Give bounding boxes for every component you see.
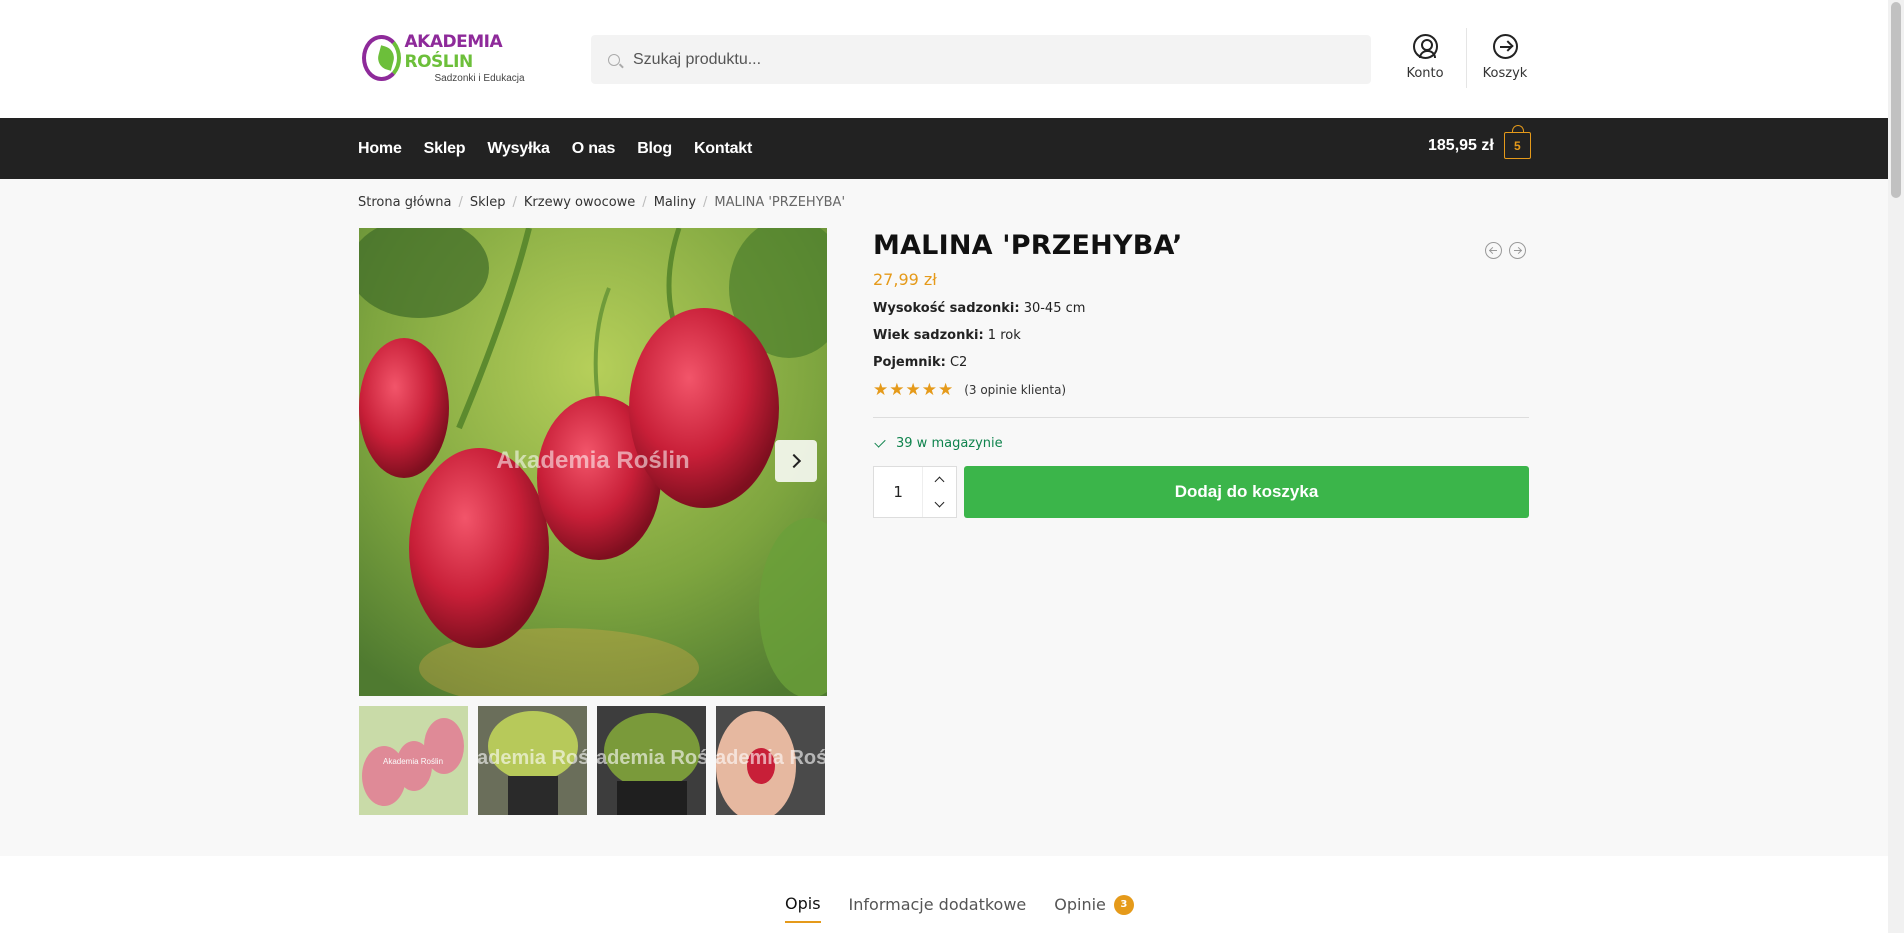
breadcrumb: Strona główna / Sklep / Krzewy owocowe /… [358,195,845,210]
product-summary: MALINA 'PRZEHYBA’ 27,99 zł Wysokość sadz… [873,228,1529,518]
chevron-up-icon [934,476,945,487]
quantity-decrease-button[interactable] [923,492,956,517]
arrow-left-icon [1490,249,1497,252]
breadcrumb-current: MALINA 'PRZEHYBA' [714,195,846,210]
thumbnail-watermark: Akademia Roślin [597,747,706,769]
quantity-input[interactable]: 1 [874,467,924,517]
arrow-right-icon [1514,249,1521,252]
breadcrumb-separator: / [512,195,517,210]
stock-status: 39 w magazynie [873,436,1529,451]
thumbnail-watermark: Akademia Roślin [716,747,825,769]
chevron-right-icon [786,453,802,469]
add-to-cart-form: 1 Dodaj do koszyka [873,466,1529,518]
add-to-cart-button[interactable]: Dodaj do koszyka [964,466,1529,518]
thumbnail-watermark: Akademia Roślin [383,757,443,766]
chevron-down-icon [934,497,945,508]
breadcrumb-separator: / [642,195,647,210]
nav-item-o-nas[interactable]: O nas [572,140,616,158]
breadcrumb-item-krzewy[interactable]: Krzewy owocowe [524,195,635,210]
nav-item-home[interactable]: Home [358,140,402,158]
logo-title: AKADEMIA ROŚLIN [404,32,503,72]
arrow-right-circle-icon [1492,34,1518,59]
thumbnail-1[interactable]: Akademia Roślin [359,706,468,815]
quantity-stepper: 1 [873,466,957,518]
account-label: Konto [1406,66,1444,81]
scrollbar-thumb[interactable] [1891,2,1901,198]
search-icon [608,53,620,66]
breadcrumb-separator: / [458,195,463,210]
product-price: 27,99 zł [873,270,937,289]
product-title: MALINA 'PRZEHYBA’ [873,230,1183,261]
product-tabs-section: Opis Informacje dodatkowe Opinie 3 [0,856,1888,933]
breadcrumb-item-maliny[interactable]: Maliny [654,195,696,210]
image-watermark: Akademia Roślin [496,447,689,474]
logo-leaf-icon [362,35,401,81]
thumbnail-watermark: Akademia Roślin [478,747,587,769]
tab-opis[interactable]: Opis [785,894,821,923]
main-nav: Home Sklep Wysyłka O nas Blog Kontakt [358,118,774,179]
breadcrumb-item-sklep[interactable]: Sklep [470,195,506,210]
product-tabs: Opis Informacje dodatkowe Opinie 3 [785,894,1162,923]
breadcrumb-item-home[interactable]: Strona główna [358,195,451,210]
search-bar [591,35,1371,84]
check-icon [874,436,886,448]
thumbnail-4[interactable]: Akademia Roślin [716,706,825,815]
thumbnail-3[interactable]: Akademia Roślin [597,706,706,815]
cart-total: 185,95 zł [1428,136,1494,154]
raspberry-photo: Akademia Roślin [359,228,827,696]
stock-text: 39 w magazynie [896,436,1003,451]
nav-item-kontakt[interactable]: Kontakt [694,140,752,158]
site-logo[interactable]: AKADEMIA ROŚLIN Sadzonki i Edukacja [362,30,542,86]
account-link[interactable]: Konto [1395,34,1455,81]
gallery-next-button[interactable] [775,440,817,482]
header-divider [1466,28,1467,88]
reviews-link[interactable]: (3 opinie klienta) [964,383,1066,397]
nav-item-wysylka[interactable]: Wysyłka [487,140,550,158]
cart-label: Koszyk [1482,66,1528,81]
page-scrollbar[interactable] [1888,0,1904,933]
main-navbar: Home Sklep Wysyłka O nas Blog Kontakt 18… [0,118,1888,179]
breadcrumb-separator: / [703,195,708,210]
account-icon [1412,34,1438,59]
product-rating: ★★★★★ (3 opinie klienta) [873,380,1529,400]
search-input[interactable] [633,50,1333,69]
quantity-increase-button[interactable] [923,467,956,492]
divider [873,417,1529,418]
previous-product-button[interactable] [1485,242,1502,259]
reviews-count-badge: 3 [1113,894,1134,915]
gallery-thumbnails: Akademia Roślin Akademia Roślin Akademia… [359,706,835,815]
site-header: AKADEMIA ROŚLIN Sadzonki i Edukacja Kont… [0,0,1888,118]
logo-subtitle: Sadzonki i Edukacja [434,73,525,84]
attr-age: Wiek sadzonki: 1 rok [873,328,1021,343]
nav-item-blog[interactable]: Blog [637,140,672,158]
attr-height: Wysokość sadzonki: 30-45 cm [873,301,1086,316]
product-main-image[interactable]: Akademia Roślin [359,228,827,696]
cart-link[interactable]: Koszyk [1475,34,1535,81]
nav-item-sklep[interactable]: Sklep [424,140,466,158]
next-product-button[interactable] [1509,242,1526,259]
thumbnail-2[interactable]: Akademia Roślin [478,706,587,815]
attr-container: Pojemnik: C2 [873,355,968,370]
tab-informacje-dodatkowe[interactable]: Informacje dodatkowe [849,895,1027,922]
star-rating-icon: ★★★★★ [873,380,955,399]
cart-count-badge: 5 [1503,125,1531,159]
mini-cart[interactable]: 185,95 zł 5 [1428,125,1531,159]
tab-opinie[interactable]: Opinie 3 [1054,894,1134,923]
